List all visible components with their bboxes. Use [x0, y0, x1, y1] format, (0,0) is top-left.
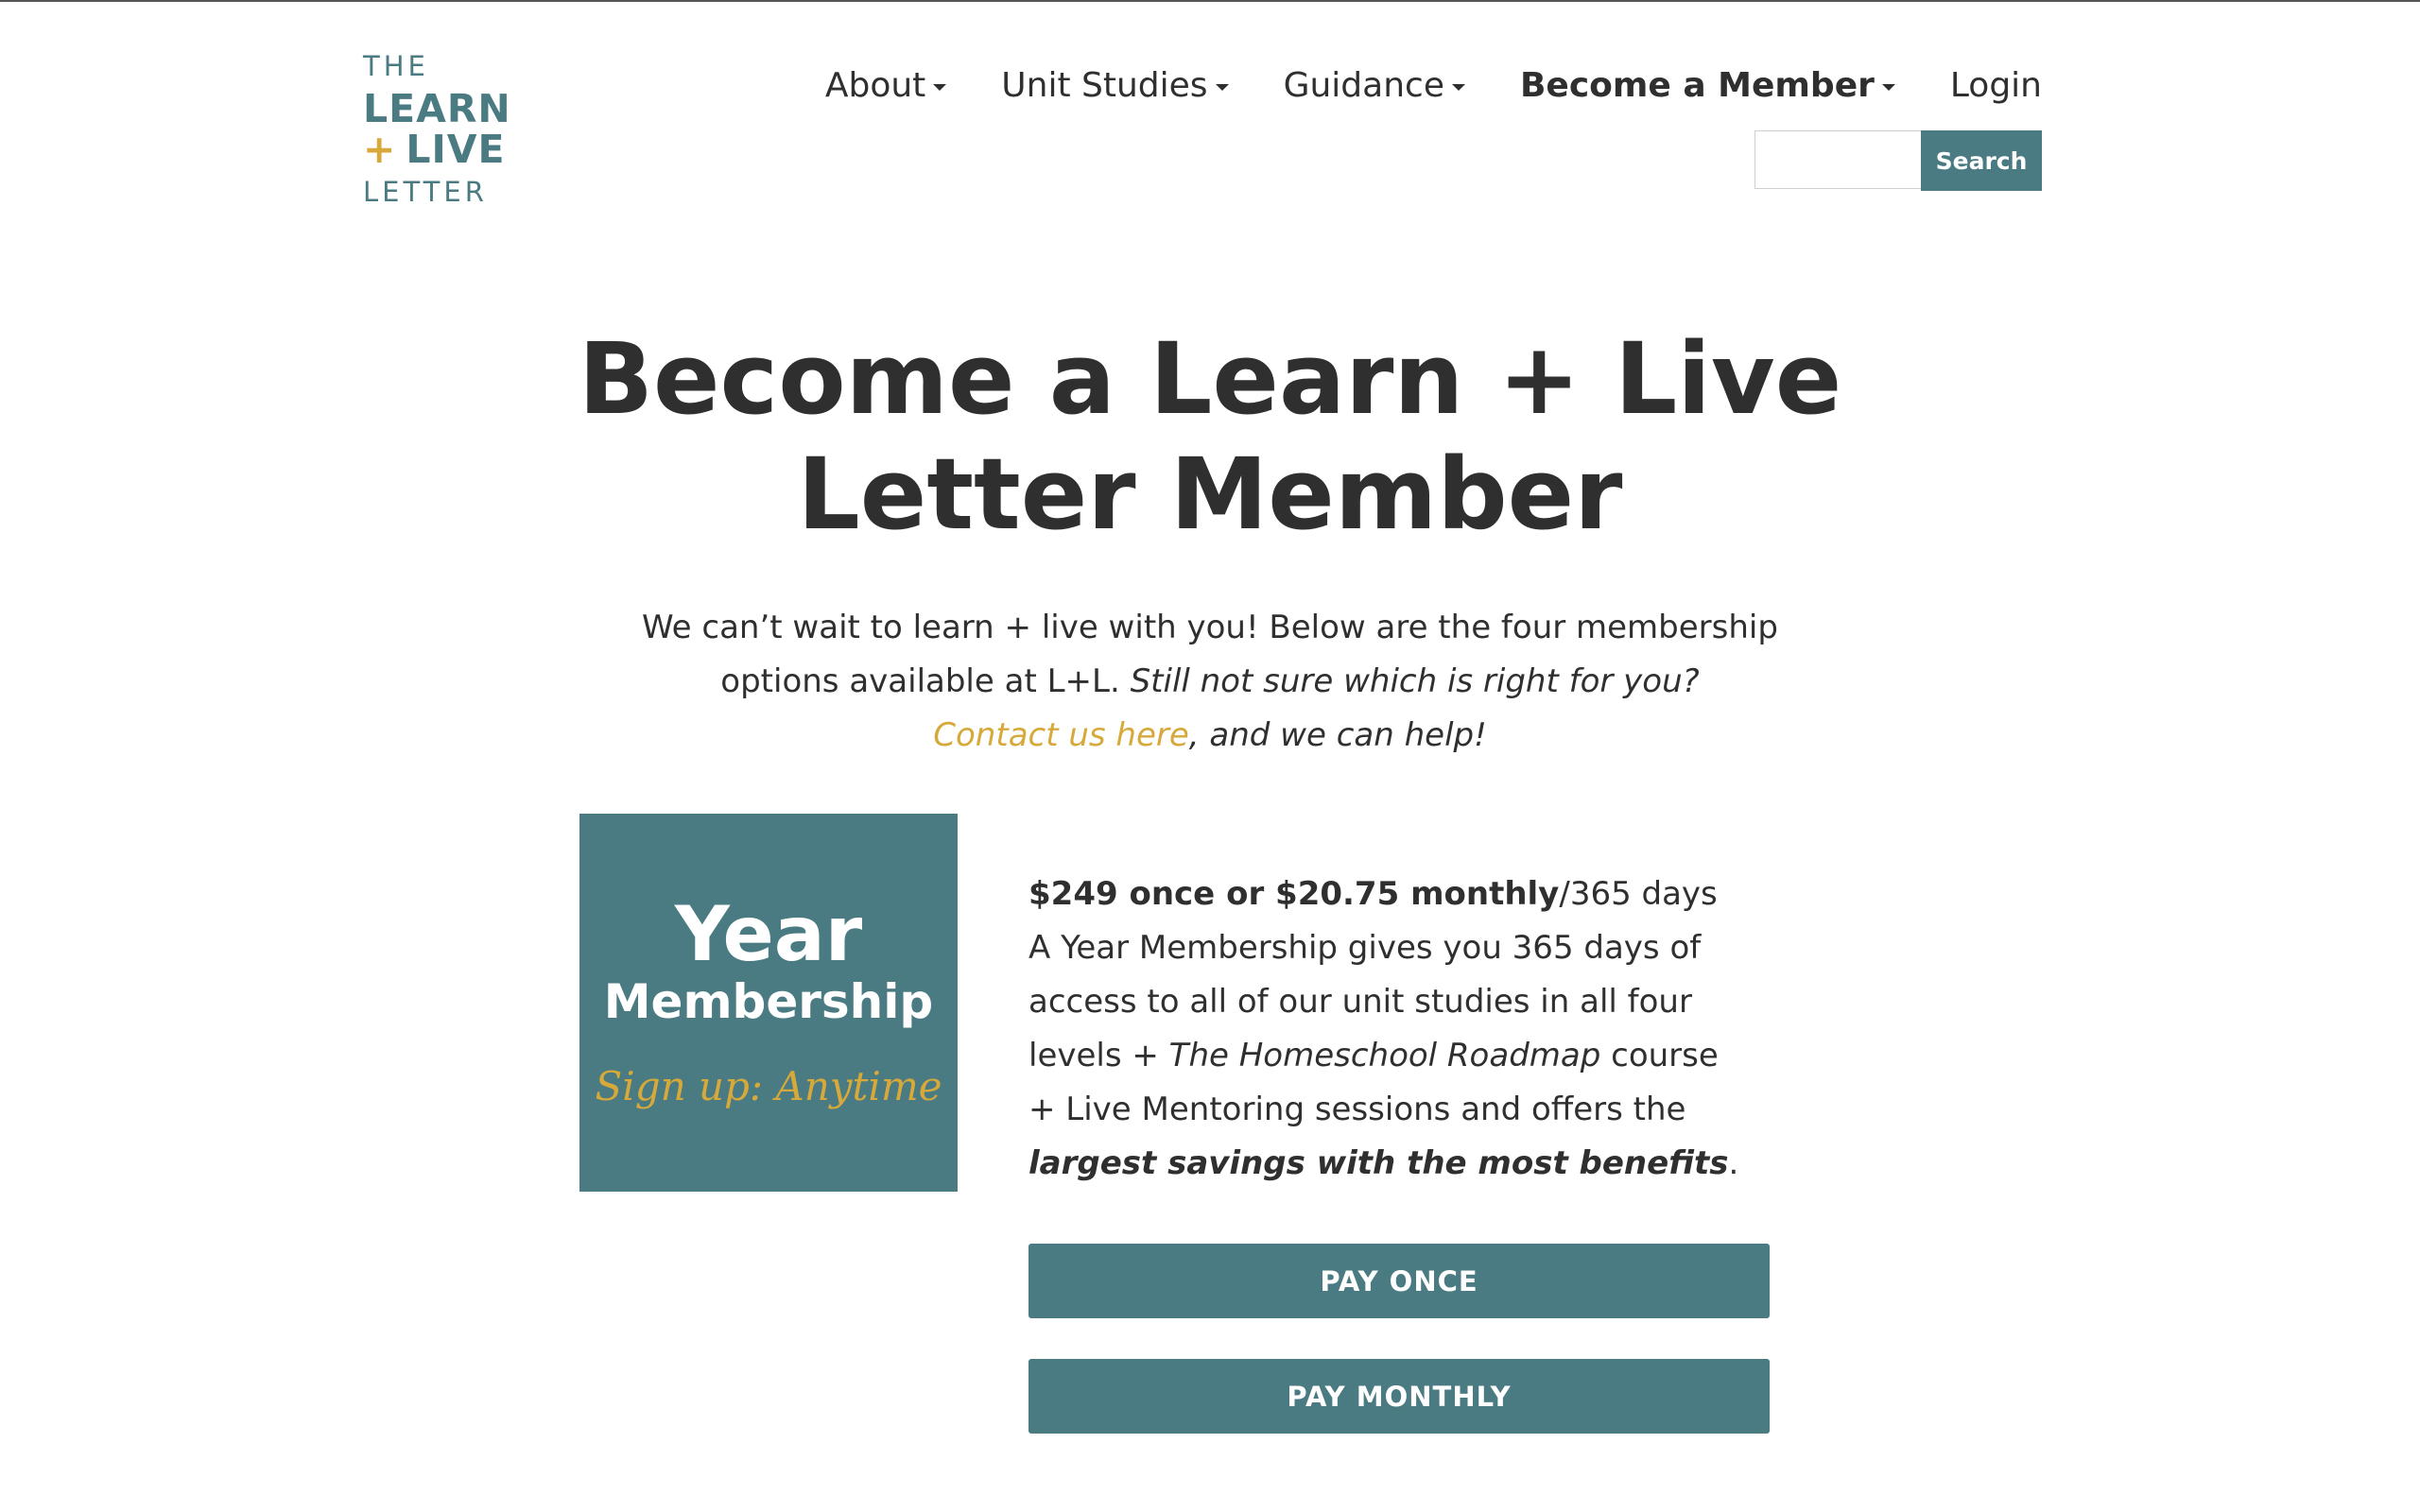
- chevron-down-icon: [1881, 84, 1895, 91]
- top-border: [0, 0, 2420, 2]
- intro-text: We can’t wait to learn + live with you! …: [586, 601, 1834, 763]
- membership-duration: /365 days: [1559, 875, 1718, 913]
- page-title: Become a Learn + Live Letter Member: [0, 321, 2420, 552]
- search-input[interactable]: [1754, 130, 1921, 189]
- nav-guidance-label: Guidance: [1283, 66, 1444, 105]
- membership-course-name: The Homeschool Roadmap: [1168, 1037, 1601, 1074]
- nav-unit-studies-label: Unit Studies: [1001, 66, 1208, 105]
- page-title-line2: Letter Member: [797, 437, 1623, 552]
- membership-emphasis: largest savings with the most benefits: [1028, 1144, 1729, 1182]
- card-image-tagline: Sign up: Anytime: [595, 1063, 942, 1109]
- membership-price: $249 once or $20.75 monthly: [1028, 875, 1560, 913]
- logo-the: THE: [363, 50, 429, 82]
- logo-live: LIVE: [406, 127, 506, 172]
- logo-learn: LEARN: [363, 86, 511, 131]
- logo-live-line: + LIVE: [363, 130, 552, 169]
- logo-letter: LETTER: [363, 176, 488, 208]
- nav-become-a-member[interactable]: Become a Member: [1520, 66, 1895, 105]
- nav-about-label: About: [824, 66, 926, 105]
- nav-login-label: Login: [1949, 66, 2042, 105]
- nav-become-a-member-label: Become a Member: [1519, 66, 1875, 105]
- membership-desc-end: .: [1728, 1144, 1739, 1182]
- chevron-down-icon: [933, 84, 947, 91]
- chevron-down-icon: [1215, 84, 1229, 91]
- membership-details: $249 once or $20.75 monthly/365 days A Y…: [1028, 868, 1747, 1191]
- card-image-title: Year: [674, 890, 863, 978]
- intro-end: , and we can help!: [1188, 716, 1487, 754]
- nav-login[interactable]: Login: [1950, 66, 2042, 105]
- contact-link[interactable]: Contact us here: [933, 716, 1189, 754]
- site-logo[interactable]: THE LEARN + LIVE LETTER: [363, 53, 552, 206]
- logo-plus: +: [363, 127, 397, 172]
- main-nav: About Unit Studies Guidance Become a Mem…: [770, 66, 2042, 105]
- nav-about[interactable]: About: [824, 66, 947, 105]
- intro-italic: Still not sure which is right for you?: [1130, 662, 1700, 700]
- page-title-line1: Become a Learn + Live: [578, 321, 1842, 437]
- chevron-down-icon: [1451, 84, 1465, 91]
- search-form: Search: [1754, 130, 2042, 191]
- pay-monthly-button[interactable]: PAY MONTHLY: [1028, 1359, 1770, 1434]
- year-membership-image: Year Membership Sign up: Anytime: [579, 814, 958, 1192]
- card-image-subtitle: Membership: [603, 974, 934, 1029]
- nav-unit-studies[interactable]: Unit Studies: [1001, 66, 1229, 105]
- search-button[interactable]: Search: [1921, 130, 2042, 191]
- pay-once-button[interactable]: PAY ONCE: [1028, 1244, 1770, 1318]
- nav-guidance[interactable]: Guidance: [1284, 66, 1465, 105]
